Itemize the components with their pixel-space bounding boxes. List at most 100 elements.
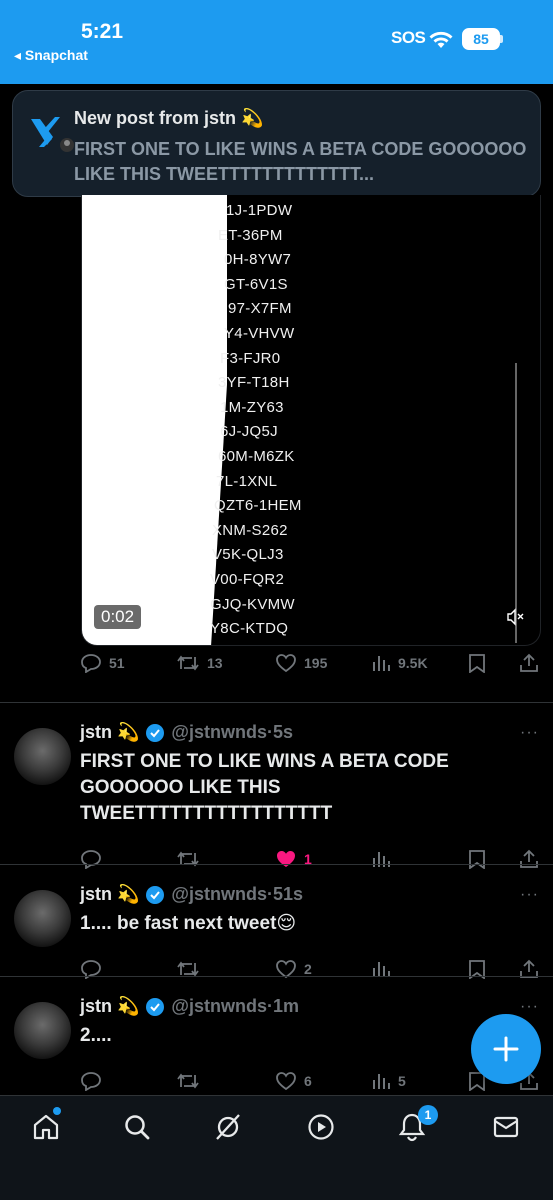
divider [0,864,553,865]
reply-count: 51 [109,655,125,671]
tweet-text: FIRST ONE TO LIKE WINS A BETA CODE GOOOO… [80,751,449,824]
wifi-icon [429,31,453,48]
battery-tip [500,35,503,43]
display-name[interactable]: jstn 💫 [80,884,139,905]
share-button[interactable] [519,849,539,869]
tweet-actions: 2 [80,959,540,989]
beta-code: GT-6V1S [224,275,288,293]
back-to-app-link[interactable]: ◂ Snapchat [14,47,88,64]
mute-icon[interactable] [506,608,526,626]
views-button[interactable]: 5 [371,1071,406,1091]
heart-icon [276,1072,296,1091]
share-button[interactable] [519,653,539,673]
view-count: 5 [398,1073,406,1089]
status-time: 5:21 [81,20,124,43]
reply-icon [81,654,101,673]
status-bar: 5:21 ◂ Snapchat SOS 85 [0,0,553,84]
bottom-navigation [0,1095,553,1200]
repost-icon [177,1073,199,1089]
video-scrollbar [515,363,517,643]
beta-code: 6J-JQ5J [220,423,278,441]
share-icon [520,653,538,672]
views-button[interactable]: 9.5K [371,653,428,673]
home-icon[interactable] [31,1112,61,1142]
bookmark-button[interactable] [468,653,486,673]
tweet-text: 1.... be fast next tweet😌 [80,913,297,934]
avatar[interactable] [14,890,71,947]
beta-code: V00-FQR2 [210,571,285,588]
repost-count: 13 [207,655,223,671]
handle[interactable]: @jstnwnds [171,884,267,905]
beta-code: V5K-QLJ3 [212,546,284,564]
verified-badge-icon [146,885,165,904]
repost-icon [177,655,199,671]
more-options-button[interactable]: ··· [520,724,539,742]
beta-code: 7L-1XNL [216,472,278,490]
reply-button[interactable]: 51 [80,653,125,673]
plus-icon [493,1036,519,1062]
beta-code: F3-FJR0 [220,349,281,367]
bookmark-icon [469,654,485,673]
heart-icon [276,654,296,673]
beta-code: Y4-VHVW [224,325,295,342]
heart-filled-icon [277,851,295,867]
beta-code: Y8C-KTDQ [210,620,289,638]
tweet-header: jstn 💫 @jstnwnds ·5s [80,722,293,743]
verified-badge-icon [146,723,165,742]
grok-icon[interactable] [213,1112,243,1142]
search-icon[interactable] [122,1112,152,1142]
repost-button[interactable] [176,1071,200,1091]
beta-code: 60M-M6ZK [218,448,295,465]
display-name[interactable]: jstn 💫 [80,996,139,1017]
video-player[interactable]: 1J-1PDW ET-36PM 0H-8YW7 GT-6V1S 97-X7FM Y4-VH… [81,195,541,646]
more-options-button[interactable]: ··· [520,886,539,904]
avatar[interactable] [14,1002,71,1059]
tweet-header: jstn 💫 @jstnwnds ·51s [80,884,303,905]
like-button[interactable]: 1 [275,849,312,869]
tweet-header: jstn 💫 @jstnwnds ·1m [80,996,299,1017]
display-name[interactable]: jstn 💫 [80,722,139,743]
bookmark-button[interactable] [468,849,486,869]
home-unread-dot [53,1107,61,1115]
beta-code: XNM-S262 [212,521,288,539]
beta-code: 97-X7FM [228,300,292,318]
reply-button[interactable] [80,1071,102,1091]
push-notification[interactable]: New post from jstn 💫 FIRST ONE TO LIKE W… [12,90,541,197]
sos-indicator: SOS [391,28,426,47]
beta-code: ET-36PM [218,226,283,244]
repost-button[interactable]: 13 [176,653,223,673]
verified-badge-icon [146,997,165,1016]
handle[interactable]: @jstnwnds [171,722,267,743]
reply-button[interactable] [80,849,102,869]
views-icon [373,656,390,671]
video-frame-white-area [82,195,227,645]
avatar[interactable] [14,728,71,785]
view-count: 9.5K [398,655,428,671]
post-time: ·51s [266,884,304,904]
beta-code: 1J-1PDW [226,202,293,219]
divider [0,702,553,703]
views-button[interactable] [371,849,398,869]
like-button[interactable]: 195 [275,653,327,673]
reply-icon [81,850,101,869]
like-count: 195 [304,655,328,671]
repost-button[interactable] [176,849,200,869]
divider [0,976,553,977]
reply-icon [81,1072,101,1091]
tweet[interactable]: jstn 💫 @jstnwnds ·5s ··· FIRST ONE TO LIKE W… [0,722,553,874]
like-button[interactable]: 6 [275,1071,312,1091]
beta-code: 1M-ZY63 [220,398,284,416]
beta-code: QZT6-1HEM [214,497,302,515]
handle[interactable]: @jstnwnds [171,996,267,1017]
compose-button[interactable] [471,1014,541,1084]
tweet[interactable]: jstn 💫 @jstnwnds ·51s ··· 1.... be fast next… [0,884,553,986]
post-time: ·1m [266,996,299,1016]
beta-code: 0H-8YW7 [224,251,292,269]
video-play-icon[interactable] [306,1112,336,1142]
messages-icon[interactable] [491,1112,521,1142]
post-time: ·5s [266,722,293,742]
notification-badge: 1 [418,1105,438,1125]
beta-code: GJQ-KVMW [210,595,295,613]
tweet-text: 2.... [80,1025,112,1046]
battery-level: 85 [473,31,489,47]
